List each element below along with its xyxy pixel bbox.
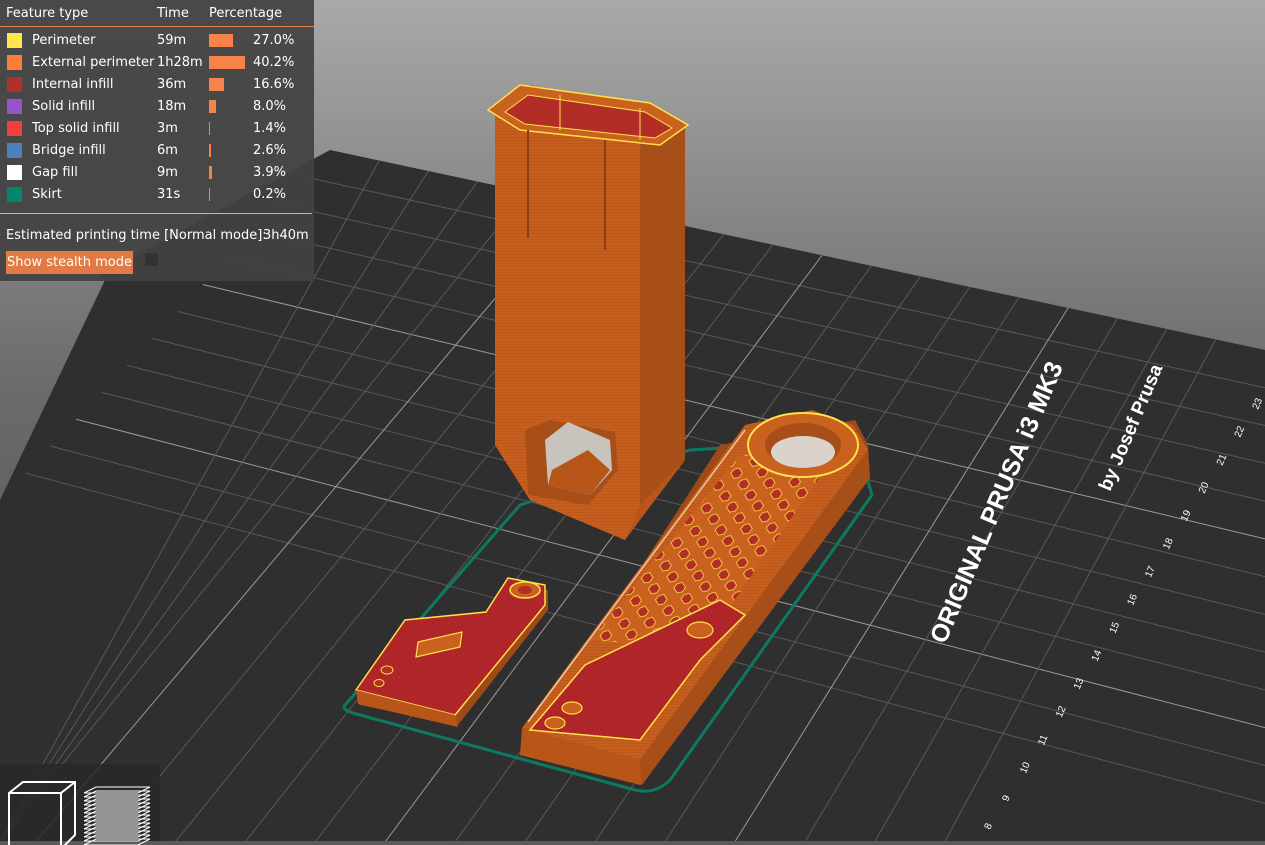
estimated-time-value: 3h40m <box>263 228 309 243</box>
legend-feature-percentage: 1.4% <box>253 121 287 136</box>
legend-row: Gap fill 9m 3.9% <box>0 162 314 184</box>
legend-feature-percentage: 16.6% <box>253 77 295 92</box>
stealth-mode-indicator <box>145 253 158 266</box>
legend-swatch <box>7 77 22 92</box>
legend-feature-name: Skirt <box>32 187 62 202</box>
legend-feature-percentage: 27.0% <box>253 33 295 48</box>
legend-swatch <box>7 165 22 180</box>
legend-row: Bridge infill 6m 2.6% <box>0 140 314 162</box>
legend-feature-time: 1h28m <box>157 55 203 70</box>
legend-percentage-bar <box>209 100 216 113</box>
legend-row: Perimeter 59m 27.0% <box>0 30 314 52</box>
legend-feature-name: External perimeter <box>32 55 155 70</box>
legend-row: Solid infill 18m 8.0% <box>0 96 314 118</box>
legend-feature-time: 3m <box>157 121 178 136</box>
legend-row: External perimeter 1h28m 40.2% <box>0 52 314 74</box>
legend-percentage-bar <box>209 78 224 91</box>
legend-feature-time: 59m <box>157 33 187 48</box>
legend-feature-name: Solid infill <box>32 99 96 114</box>
legend-feature-name: Bridge infill <box>32 143 106 158</box>
legend-feature-time: 9m <box>157 165 178 180</box>
legend-feature-percentage: 40.2% <box>253 55 295 70</box>
legend-row: Top solid infill 3m 1.4% <box>0 118 314 140</box>
legend-row: Skirt 31s 0.2% <box>0 184 314 206</box>
legend-swatch <box>7 99 22 114</box>
legend-feature-name: Top solid infill <box>32 121 120 136</box>
legend-feature-percentage: 0.2% <box>253 187 287 202</box>
legend-feature-percentage: 2.6% <box>253 143 287 158</box>
legend-percentage-bar <box>209 166 212 179</box>
legend-percentage-bar <box>209 122 210 135</box>
legend-panel: Feature type Time Percentage Perimeter 59… <box>0 0 314 281</box>
legend-feature-percentage: 3.9% <box>253 165 287 180</box>
legend-header-time: Time <box>157 6 189 21</box>
legend-feature-time: 18m <box>157 99 187 114</box>
legend-row: Internal infill 36m 16.6% <box>0 74 314 96</box>
layers-view-icon[interactable] <box>82 773 154 845</box>
legend-percentage-bar <box>209 144 211 157</box>
legend-swatch <box>7 33 22 48</box>
legend-feature-name: Internal infill <box>32 77 114 92</box>
cube-view-icon[interactable] <box>5 773 77 845</box>
legend-header-percentage: Percentage <box>209 6 283 21</box>
legend-feature-percentage: 8.0% <box>253 99 287 114</box>
legend-feature-time: 31s <box>157 187 181 202</box>
legend-header-divider <box>0 26 314 27</box>
legend-swatch <box>7 121 22 136</box>
legend-feature-time: 6m <box>157 143 178 158</box>
legend-percentage-bar <box>209 188 210 201</box>
estimated-time-label: Estimated printing time [Normal mode]: <box>6 228 267 243</box>
legend-separator <box>0 213 312 214</box>
legend-feature-name: Perimeter <box>32 33 96 48</box>
legend-swatch <box>7 55 22 70</box>
legend-swatch <box>7 143 22 158</box>
legend-percentage-bar <box>209 56 245 69</box>
legend-header-feature: Feature type <box>6 6 89 21</box>
part-tall-tower[interactable] <box>486 84 690 540</box>
view-toolbar <box>0 764 160 845</box>
show-stealth-mode-button[interactable]: Show stealth mode <box>6 251 133 274</box>
legend-percentage-bar <box>209 34 233 47</box>
legend-feature-time: 36m <box>157 77 187 92</box>
legend-swatch <box>7 187 22 202</box>
legend-feature-name: Gap fill <box>32 165 78 180</box>
